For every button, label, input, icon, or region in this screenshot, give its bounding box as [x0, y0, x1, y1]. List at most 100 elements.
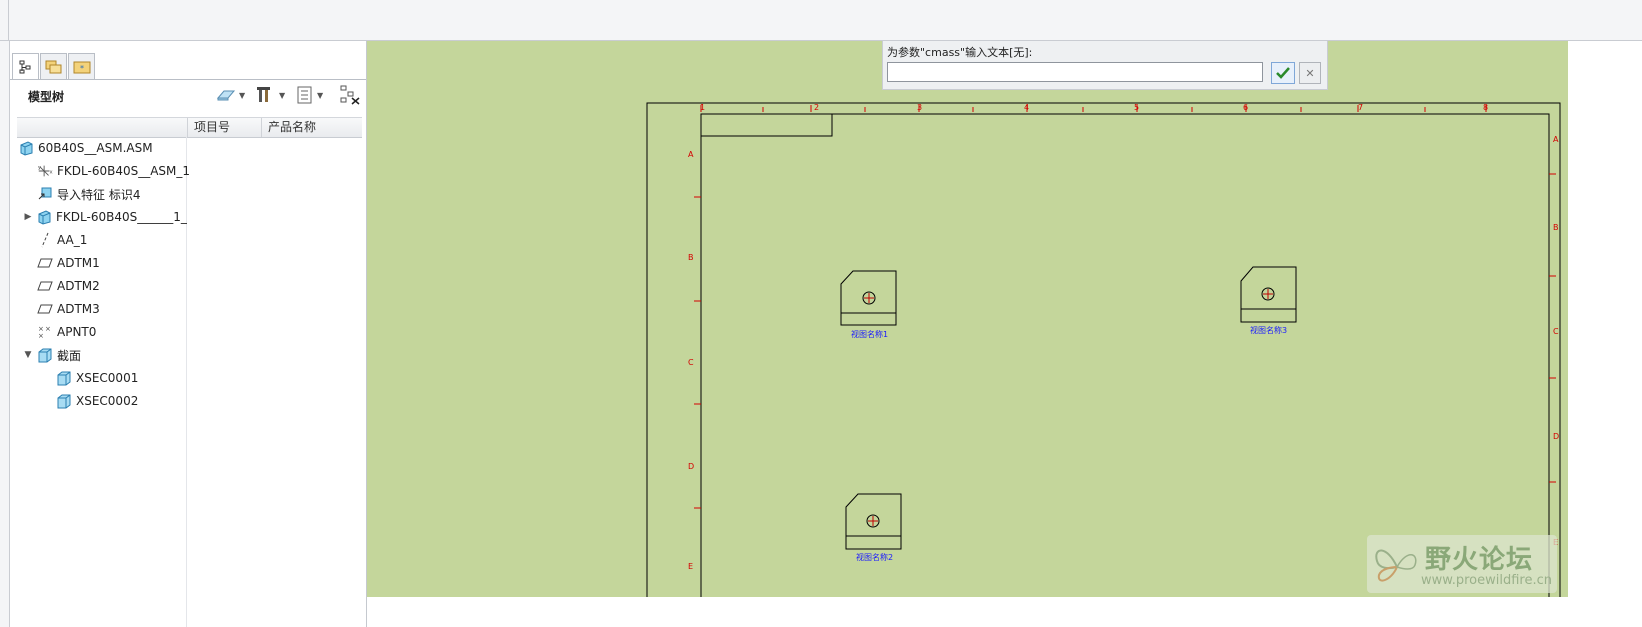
ruler-label: 4: [1024, 103, 1029, 112]
list-settings-button[interactable]: ▼: [296, 85, 323, 105]
top-ruler-labels: 1 2 3 4 5 6 7 8: [700, 103, 1488, 112]
tab-folder-browser[interactable]: [40, 53, 67, 79]
svg-text:x: x: [49, 170, 52, 176]
watermark-url: www.proewildfire.cn: [1421, 573, 1552, 588]
tree-item-label: ADTM1: [57, 256, 100, 270]
butterfly-logo-icon: [1375, 549, 1417, 582]
ruler-label: D: [688, 462, 694, 471]
tree-item-axis[interactable]: AA_1: [37, 230, 87, 250]
tree-item-sections[interactable]: 截面: [37, 345, 81, 365]
ruler-label: A: [688, 150, 694, 159]
eraser-icon: [216, 90, 236, 101]
view-label: 视图名称2: [856, 552, 893, 562]
tree-item-label: AA_1: [57, 233, 88, 247]
tree-column-header: 项目号 产品名称: [17, 117, 362, 138]
tree-item-import-feature[interactable]: 导入特征 标识4: [37, 184, 140, 204]
watermark-title: 野火论坛: [1425, 545, 1534, 575]
ruler-label: E: [688, 562, 693, 571]
view-label: 视图名称1: [851, 329, 888, 339]
model-tree-title: 模型树: [28, 90, 65, 104]
tree-item-label: XSEC0002: [76, 394, 139, 408]
tree-item-datum-plane-2[interactable]: ADTM2: [37, 276, 100, 296]
parameter-text-input[interactable]: [887, 62, 1263, 82]
tools-button[interactable]: ▼: [256, 85, 285, 105]
ruler-label: D: [1553, 432, 1559, 441]
tree-filter-icon: [340, 85, 360, 105]
import-feature-icon: [37, 186, 53, 202]
column-header-item-number[interactable]: 项目号: [187, 118, 258, 137]
divider: [10, 79, 366, 80]
left-ruler-labels: A B C D E: [688, 150, 694, 571]
title-box: [700, 113, 833, 137]
expand-arrow-icon[interactable]: ▶: [22, 212, 34, 222]
ruler-label: 1: [700, 103, 705, 112]
ruler-label: 8: [1483, 103, 1488, 112]
tree-item-section-1[interactable]: XSEC0001: [56, 368, 138, 388]
divider: [8, 0, 9, 40]
tree-item-datum-point[interactable]: × × × APNT0: [37, 322, 96, 342]
drawing-view-2[interactable]: 视图名称2: [845, 493, 902, 562]
checkmark-icon: [1276, 67, 1290, 79]
tree-item-label: FKDL-60B40S______1_A: [56, 210, 187, 224]
tree-item-label: XSEC0001: [76, 371, 139, 385]
tree-item-subassembly[interactable]: FKDL-60B40S______1_A: [37, 207, 187, 227]
folders-icon: [45, 60, 61, 73]
drawing-frame: [700, 113, 1550, 597]
drawing-view-1[interactable]: 视图名称1: [840, 270, 897, 339]
ruler-label: 5: [1134, 103, 1139, 112]
tab-favorites[interactable]: *: [68, 53, 95, 79]
section-icon: [56, 393, 72, 409]
left-ruler-ticks: [694, 196, 701, 509]
datum-plane-icon: [37, 255, 53, 271]
tree-item-label: ADTM3: [57, 302, 100, 316]
forum-watermark: 野火论坛 www.proewildfire.cn: [1367, 535, 1557, 593]
datum-plane-icon: [37, 301, 53, 317]
chevron-down-icon: ▼: [317, 90, 324, 100]
ruler-label: 7: [1358, 103, 1363, 112]
top-toolbar-area: [0, 0, 1642, 41]
ruler-label: 6: [1243, 103, 1248, 112]
tree-item-label: ADTM2: [57, 279, 100, 293]
svg-text:*: *: [80, 64, 84, 73]
svg-text:×: ×: [38, 332, 44, 340]
ruler-label: 3: [917, 103, 922, 112]
tree-item-label: 截面: [57, 348, 82, 363]
column-header-product-name[interactable]: 产品名称: [261, 118, 362, 137]
accept-button[interactable]: [1271, 62, 1295, 84]
assembly-icon: [18, 140, 34, 156]
datum-point-icon: × × ×: [37, 324, 53, 340]
list-settings-icon: [297, 86, 312, 104]
parameter-input-prompt: 为参数"cmass"输入文本[无]: ✕: [882, 41, 1328, 90]
drawing-canvas[interactable]: 1 2 3 4 5 6 7 8 A B C D E A B C D E: [367, 41, 1568, 597]
tab-model-tree[interactable]: [12, 53, 39, 80]
svg-text:y: y: [38, 165, 41, 171]
tree-item-datum-plane-1[interactable]: ADTM1: [37, 253, 100, 273]
tree-item-label: 60B40S__ASM.ASM: [38, 141, 153, 155]
datum-plane-icon: [37, 278, 53, 294]
ruler-label: 2: [814, 103, 819, 112]
tree-item-label: 导入特征 标识4: [57, 187, 141, 202]
tree-item-datum-plane-3[interactable]: ADTM3: [37, 299, 100, 319]
svg-text:×: ×: [45, 325, 51, 333]
tree-item-section-2[interactable]: XSEC0002: [56, 391, 138, 411]
ruler-label: B: [1553, 223, 1559, 232]
tree-filter-button[interactable]: [340, 85, 360, 105]
left-edge-strip: [0, 41, 10, 627]
view-label: 视图名称3: [1250, 325, 1287, 335]
ruler-label: A: [1553, 135, 1559, 144]
ruler-label: C: [1553, 327, 1559, 336]
sheet-outer-border: [646, 102, 1561, 597]
tree-icon: [19, 60, 30, 74]
axis-icon: [37, 232, 53, 248]
tree-item-label: APNT0: [57, 325, 97, 339]
drawing-sheet: 1 2 3 4 5 6 7 8 A B C D E A B C D E: [646, 102, 1561, 597]
chevron-down-icon: ▼: [239, 90, 246, 100]
prompt-label: 为参数"cmass"输入文本[无]:: [887, 46, 1033, 59]
drawing-view-3[interactable]: 视图名称3: [1240, 266, 1297, 335]
tree-item-assembly-root[interactable]: 60B40S__ASM.ASM: [18, 138, 153, 158]
collapse-arrow-icon[interactable]: ▼: [22, 350, 34, 360]
eraser-button[interactable]: ▼: [216, 85, 245, 105]
ruler-label: B: [688, 253, 694, 262]
cancel-button[interactable]: ✕: [1299, 62, 1321, 84]
tree-item-csys[interactable]: xy FKDL-60B40S__ASM_1: [37, 161, 190, 181]
